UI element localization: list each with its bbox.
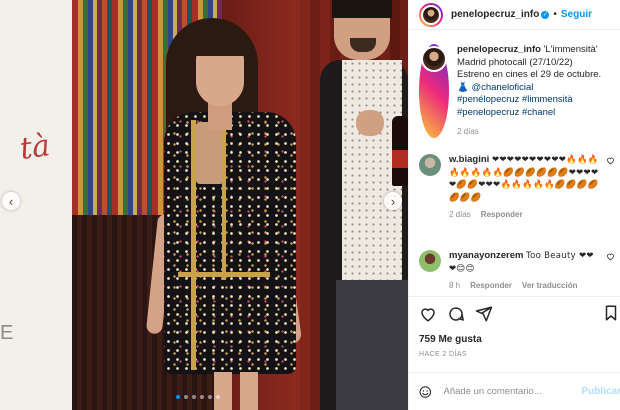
caption-hashtags[interactable]: #penelopecruz #chanel (457, 107, 601, 120)
chevron-right-icon: › (390, 193, 396, 209)
post-header: penelopecruz_info ✓ • Seguir (409, 0, 620, 30)
gold-trim (222, 120, 226, 280)
woman-bangs (190, 32, 252, 56)
story-ring[interactable] (419, 2, 443, 27)
caption-timestamp: 2 días (457, 126, 479, 136)
caption-mention[interactable]: 👗 @chaneloficial (457, 82, 601, 95)
man-hand (356, 110, 384, 136)
comment-item: w.biagini ❤❤❤❤❤❤❤❤❤❤🔥🔥🔥🔥🔥🔥🔥🔥🏉🏉🏉🏉🏉🏉❤❤❤❤❤🏉… (419, 154, 619, 222)
bottle-label (392, 150, 408, 168)
verified-icon: ✓ (541, 10, 550, 19)
chevron-left-icon: ‹ (8, 193, 14, 209)
avatar[interactable] (421, 4, 441, 25)
share-icon[interactable] (475, 305, 493, 323)
post-actions (409, 296, 620, 330)
avatar[interactable] (419, 154, 441, 176)
carousel-next-button[interactable]: › (384, 192, 402, 210)
heart-icon[interactable] (606, 156, 615, 165)
carousel-prev-button[interactable]: ‹ (2, 192, 20, 210)
story-ring[interactable] (419, 44, 449, 139)
post-date: HACE 2 DÍAS (419, 351, 467, 358)
comment-username[interactable]: myanayonzerem (449, 250, 523, 261)
comment-timestamp: 8 h (449, 281, 461, 291)
carousel-indicator (176, 395, 220, 399)
comment-meta: 8 h Responder Ver traducción (449, 280, 599, 293)
carousel-dot (200, 395, 204, 399)
carousel-dot (216, 395, 220, 399)
bookmark-icon[interactable] (605, 305, 617, 321)
avatar[interactable] (419, 250, 441, 272)
follow-button[interactable]: Seguir (561, 9, 592, 20)
comment-composer: Publicar (409, 372, 620, 410)
backdrop-script-text: tà (17, 128, 53, 167)
comment-timestamp: 2 días (449, 210, 471, 220)
carousel-dot (192, 395, 196, 399)
comment-body: w.biagini ❤❤❤❤❤❤❤❤❤❤🔥🔥🔥🔥🔥🔥🔥🔥🏉🏉🏉🏉🏉🏉❤❤❤❤❤🏉… (449, 154, 599, 222)
separator-dot: • (553, 9, 557, 20)
gold-trim (191, 120, 196, 370)
carousel-dot (176, 395, 180, 399)
gold-trim (178, 272, 270, 277)
reply-button[interactable]: Responder (481, 209, 523, 222)
heart-icon[interactable] (419, 305, 437, 323)
carousel-dot (208, 395, 212, 399)
likes-count[interactable]: 759 Me gusta (419, 334, 482, 345)
woman-leg (214, 372, 232, 410)
publish-button[interactable]: Publicar (582, 386, 620, 397)
post-author-username[interactable]: penelopecruz_info (451, 9, 539, 20)
comment-meta: 2 días Responder (449, 209, 599, 222)
post-side-panel: penelopecruz_info ✓ • Seguir penelopecru… (408, 0, 620, 410)
caption: penelopecruz_info 'L'immensità' Madrid p… (419, 44, 619, 139)
heart-icon[interactable] (606, 252, 615, 261)
comment-username[interactable]: w.biagini (449, 154, 489, 165)
avatar[interactable] (421, 46, 447, 72)
man-beard (350, 38, 376, 52)
caption-line: 'L'immensità' (543, 44, 598, 55)
comment-body: myanayonzerem Too Beauty ❤❤❤😊😊 8 h Respo… (449, 250, 599, 293)
dress-neckline (196, 122, 224, 184)
comment-item: myanayonzerem Too Beauty ❤❤❤😊😊 8 h Respo… (419, 250, 619, 293)
comment-icon[interactable] (447, 305, 465, 323)
reply-button[interactable]: Responder (470, 280, 512, 293)
man-hair (332, 0, 392, 18)
carousel-dot (184, 395, 188, 399)
sequin-dress (164, 112, 296, 374)
caption-text: penelopecruz_info 'L'immensità' Madrid p… (457, 44, 601, 138)
woman-leg (240, 372, 258, 410)
man-jeans (336, 280, 408, 410)
caption-username[interactable]: penelopecruz_info (457, 44, 541, 55)
caption-line: Madrid photocall (27/10/22) (457, 56, 573, 68)
backdrop-letter: E (0, 322, 14, 344)
emoji-icon[interactable] (419, 383, 432, 401)
post-media[interactable]: tà E ‹ › (0, 0, 408, 410)
caption-hashtags[interactable]: #penélopecruz #limmensità (457, 94, 601, 107)
comment-input[interactable] (441, 385, 578, 398)
caption-line: Estreno en cines el 29 de octubre. (457, 69, 602, 81)
see-translation-button[interactable]: Ver traducción (522, 280, 578, 293)
